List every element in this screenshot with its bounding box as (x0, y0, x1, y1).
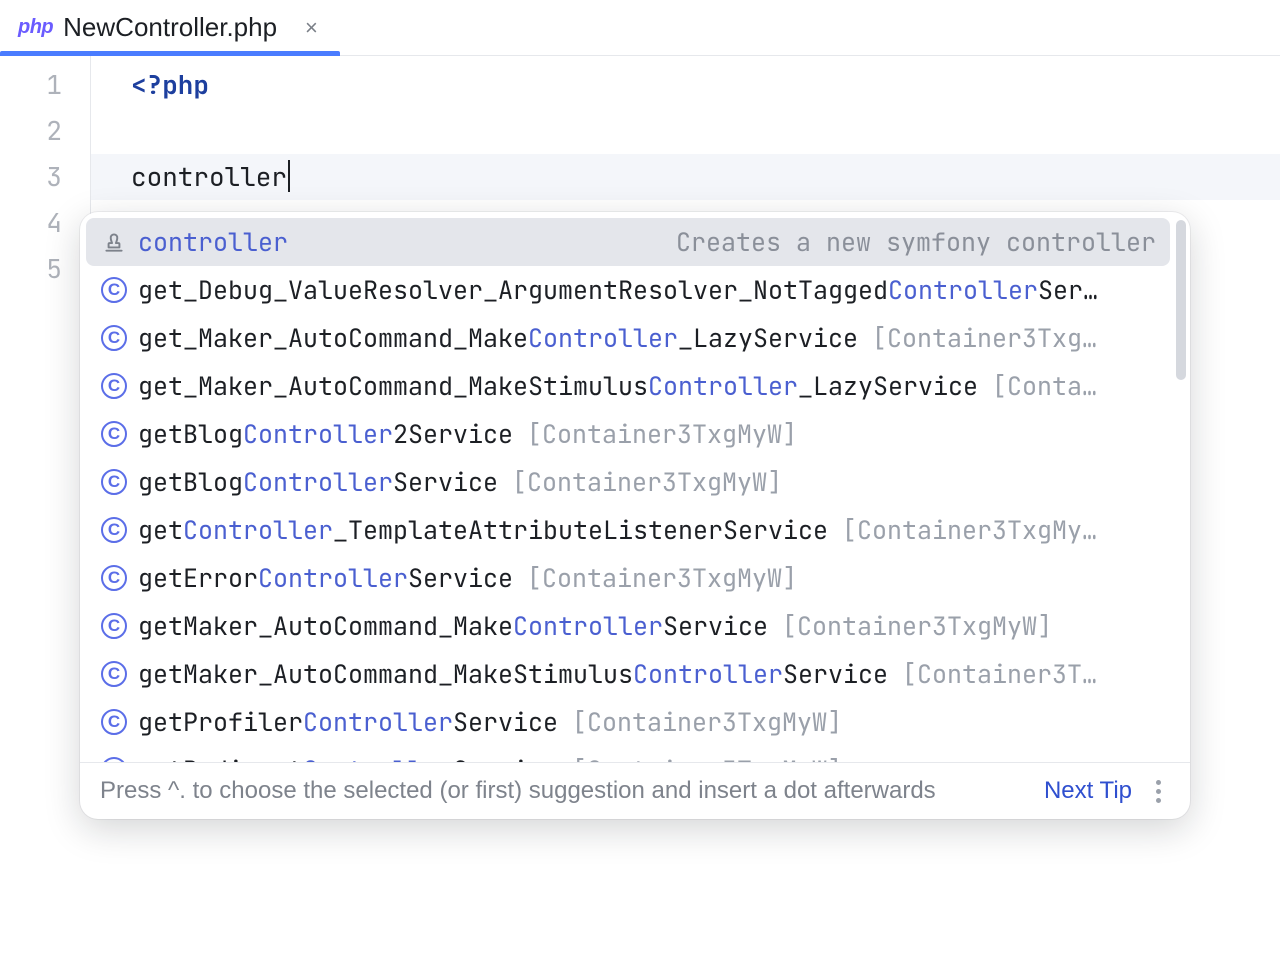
class-icon: C (100, 372, 128, 400)
completion-label: get_Maker_AutoCommand_MakeStimulusContro… (138, 369, 978, 403)
editor-tab[interactable]: php NewController.php × (0, 0, 340, 55)
completion-tail: [Container3TxgMyW] (498, 465, 782, 499)
class-icon: C (100, 276, 128, 304)
completion-tail: [Container3T… (888, 657, 1097, 691)
completion-item[interactable]: Cget_Maker_AutoCommand_MakeController_La… (86, 314, 1170, 362)
tab-bar: php NewController.php × (0, 0, 1280, 56)
completion-item[interactable]: CgetMaker_AutoCommand_MakeStimulusContro… (86, 650, 1170, 698)
line-number-gutter: 12345 (0, 56, 90, 292)
completion-item[interactable]: Cget_Maker_AutoCommand_MakeStimulusContr… (86, 362, 1170, 410)
completion-tail: [Container3TxgMyW] (558, 753, 842, 762)
class-icon: C (100, 660, 128, 688)
completion-footer: Press ^. to choose the selected (or firs… (80, 762, 1190, 819)
class-icon: C (100, 564, 128, 592)
footer-tip-text: Press ^. to choose the selected (or firs… (100, 777, 1030, 805)
completion-label: getProfilerControllerService (138, 705, 558, 739)
completion-item[interactable]: CgetProfilerControllerService[Container3… (86, 698, 1170, 746)
completion-tail: [Container3Txg… (858, 321, 1097, 355)
line-number: 5 (0, 246, 62, 292)
completion-item[interactable]: CgetBlogControllerService[Container3TxgM… (86, 458, 1170, 506)
code-line[interactable]: <?php (131, 62, 1280, 108)
completion-item[interactable]: CgetMaker_AutoCommand_MakeControllerServ… (86, 602, 1170, 650)
completion-label: getController_TemplateAttributeListenerS… (138, 513, 828, 547)
completion-label: getMaker_AutoCommand_MakeStimulusControl… (138, 657, 888, 691)
completion-item[interactable]: Cget_Debug_ValueResolver_ArgumentResolve… (86, 266, 1170, 314)
completion-tail: [Container3TxgMy… (828, 513, 1097, 547)
completion-item[interactable]: CgetErrorControllerService[Container3Txg… (86, 554, 1170, 602)
completion-label: controller (138, 225, 288, 259)
completion-label: get_Debug_ValueResolver_ArgumentResolver… (138, 273, 1098, 307)
completion-tail: [Container3TxgMyW] (768, 609, 1052, 643)
completion-tail: Creates a new symfony controller (660, 225, 1156, 259)
completion-scrollbar[interactable] (1176, 220, 1186, 380)
completion-label: getErrorControllerService (138, 561, 513, 595)
live-template-icon (100, 228, 128, 256)
kebab-menu-icon[interactable] (1146, 780, 1170, 803)
class-icon: C (100, 756, 128, 762)
completion-popup: controller Creates a new symfony controll… (80, 212, 1190, 819)
completion-label: get_Maker_AutoCommand_MakeController_Laz… (138, 321, 858, 355)
completion-item[interactable]: CgetBlogController2Service[Container3Txg… (86, 410, 1170, 458)
completion-label: getBlogController2Service (138, 417, 513, 451)
php-filetype-icon: php (18, 16, 53, 39)
completion-label: getMaker_AutoCommand_MakeControllerServi… (138, 609, 768, 643)
tab-filename: NewController.php (63, 12, 277, 43)
completion-tail: [Conta… (978, 369, 1097, 403)
completion-tail: [Container3TxgMyW] (513, 561, 797, 595)
class-icon: C (100, 612, 128, 640)
text-caret (288, 160, 290, 192)
code-line[interactable]: controller (91, 154, 1280, 200)
class-icon: C (100, 324, 128, 352)
next-tip-link[interactable]: Next Tip (1044, 777, 1132, 805)
class-icon: C (100, 468, 128, 496)
completion-list[interactable]: controller Creates a new symfony controll… (80, 212, 1190, 762)
line-number: 3 (0, 154, 62, 200)
completion-item[interactable]: controller Creates a new symfony controll… (86, 218, 1170, 266)
class-icon: C (100, 708, 128, 736)
completion-item[interactable]: CgetRedirectControllerService[Container3… (86, 746, 1170, 762)
close-icon[interactable]: × (301, 15, 322, 41)
completion-tail: [Container3TxgMyW] (513, 417, 797, 451)
completion-item[interactable]: CgetController_TemplateAttributeListener… (86, 506, 1170, 554)
completion-label: getRedirectControllerService (138, 753, 558, 762)
code-line[interactable] (131, 108, 1280, 154)
line-number: 2 (0, 108, 62, 154)
class-icon: C (100, 420, 128, 448)
completion-label: getBlogControllerService (138, 465, 498, 499)
line-number: 4 (0, 200, 62, 246)
class-icon: C (100, 516, 128, 544)
completion-tail: [Container3TxgMyW] (558, 705, 842, 739)
line-number: 1 (0, 62, 62, 108)
